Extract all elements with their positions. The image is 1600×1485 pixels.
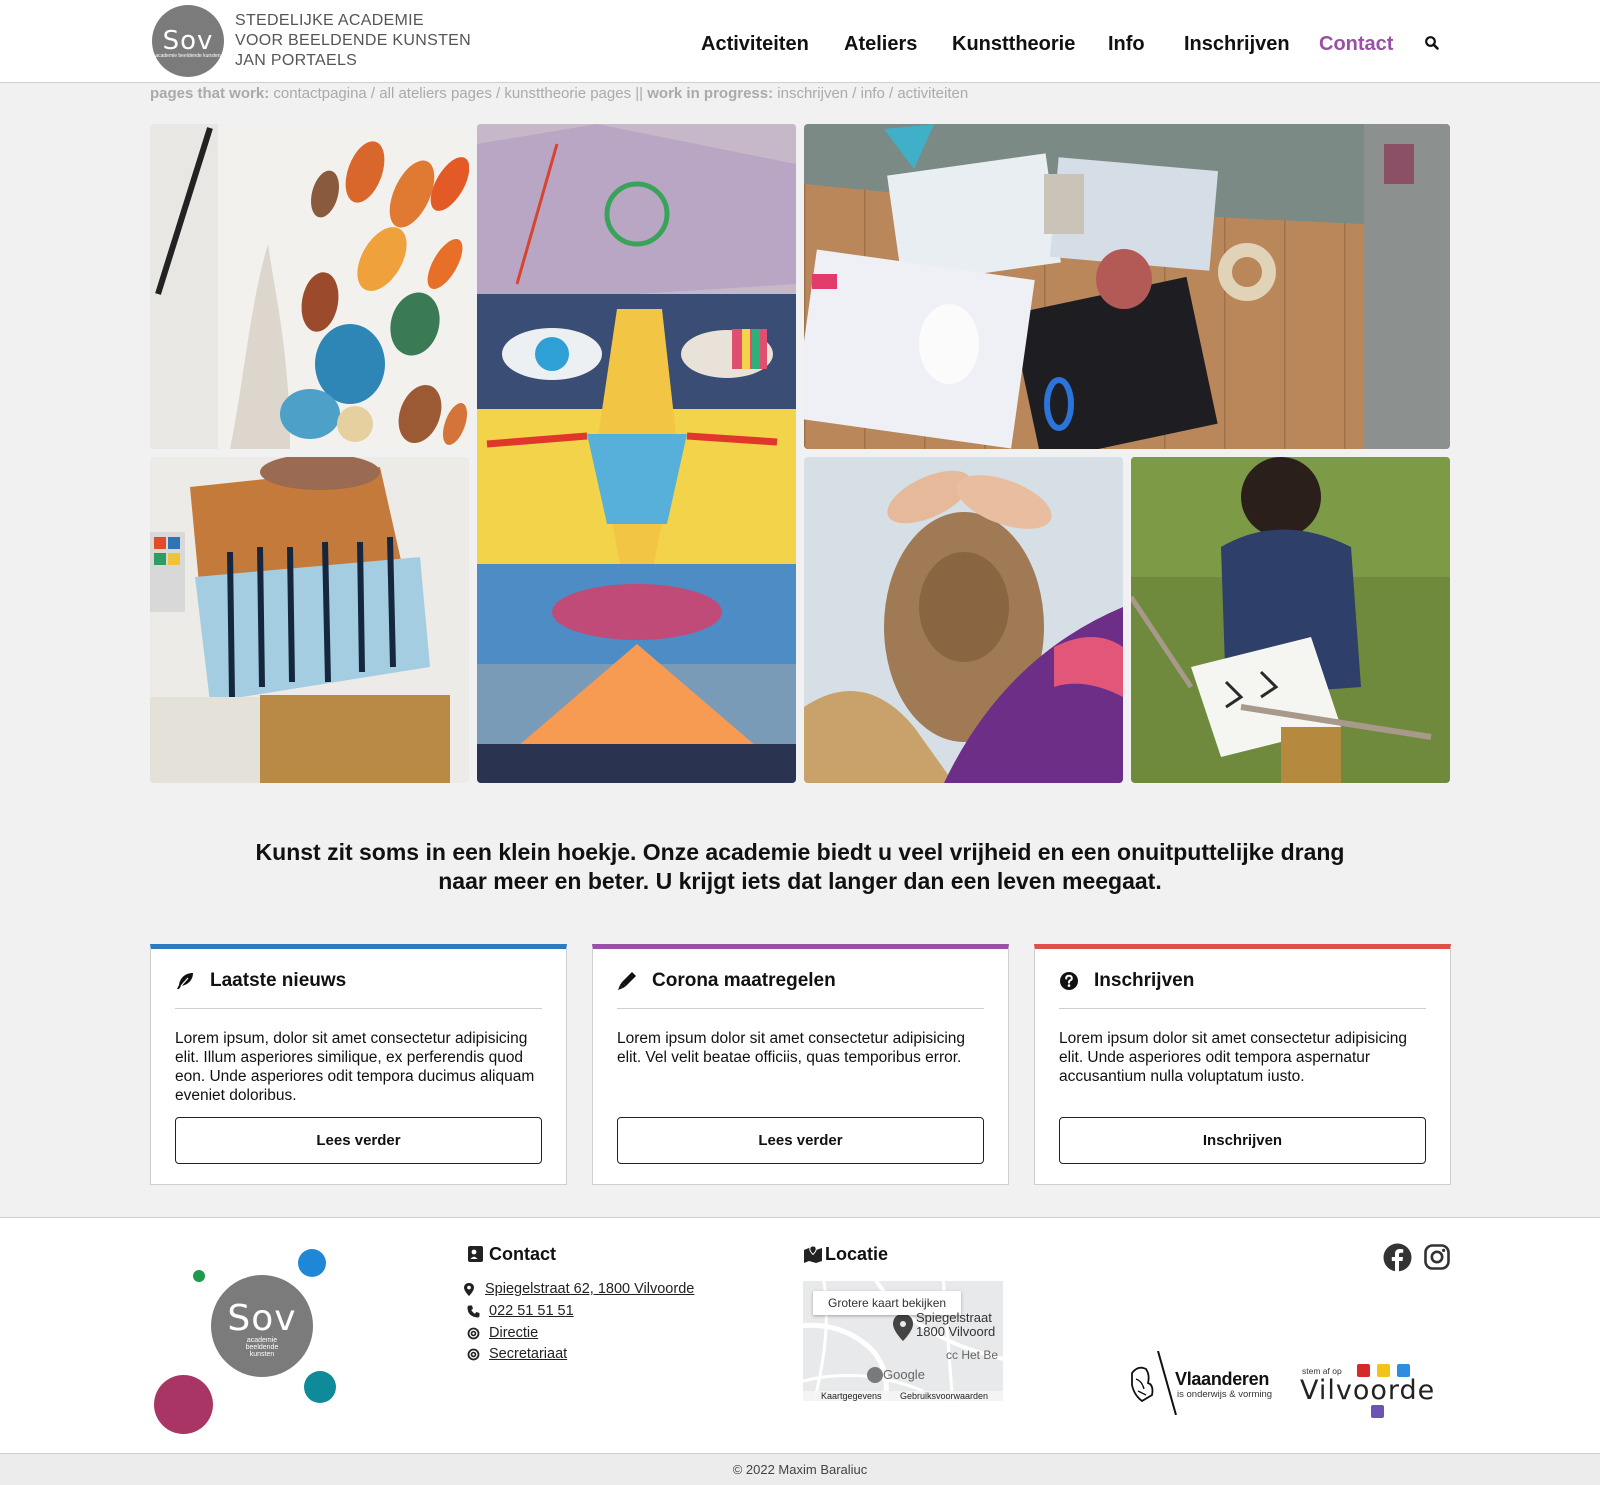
map-location-icon — [804, 1245, 822, 1263]
works-value: contactpagina / all ateliers pages / kun… — [273, 85, 644, 102]
card-title: Inschrijven — [1094, 970, 1195, 991]
gallery-image-crafts-table — [804, 124, 1450, 449]
footer-contact-title-text: Contact — [489, 1244, 556, 1264]
brand-line-3: JAN PORTAELS — [235, 52, 358, 69]
footer-logo-circle: Sov academie beeldende kunsten — [211, 1275, 313, 1377]
decor-dot-teal — [304, 1371, 336, 1403]
decor-dot-green — [193, 1270, 205, 1282]
map-data-link[interactable]: Kaartgegevens — [821, 1391, 882, 1401]
brand-line-2: VOOR BEELDENDE KUNSTEN — [235, 32, 471, 49]
card-inschrijven: Inschrijven Lorem ipsum dolor sit amet c… — [1034, 944, 1451, 1185]
at-icon — [467, 1327, 480, 1340]
decor-dot-blue — [298, 1249, 326, 1277]
card-header: Laatste nieuws — [175, 965, 542, 1009]
card-laatste-nieuws: Laatste nieuws Lorem ipsum, dolor sit am… — [150, 944, 567, 1185]
phone-text: 022 51 51 51 — [489, 1303, 574, 1319]
wip-value: inschrijven / info / activiteiten — [777, 85, 969, 102]
map-pin-icon — [464, 1283, 474, 1296]
nav-activiteiten[interactable]: Activiteiten — [701, 30, 809, 58]
tagline: Kunst zit soms in een klein hoekje. Onze… — [255, 839, 1345, 894]
map-terms-link[interactable]: Gebruiksvoorwaarden — [900, 1391, 988, 1401]
secretariaat-text: Secretariaat — [489, 1346, 568, 1362]
wip-label: work in progress: — [647, 85, 774, 102]
map-google-label: Google — [883, 1367, 925, 1382]
card-body: Lorem ipsum dolor sit amet consectetur a… — [1059, 1030, 1408, 1085]
feather-icon — [177, 973, 193, 989]
site-header: Sov academie beeldende kunsten STEDELIJK… — [0, 0, 1600, 83]
contact-card-icon — [468, 1246, 483, 1262]
vilvoorde-logo[interactable]: stem af op Vilvoorde — [1300, 1364, 1452, 1418]
card-title: Corona maatregelen — [652, 970, 836, 991]
decor-dot-magenta — [154, 1375, 213, 1434]
nav-kunsttheorie[interactable]: Kunsttheorie — [952, 30, 1075, 58]
phone-link[interactable]: 022 51 51 51 — [467, 1301, 574, 1321]
address-link[interactable]: Spiegelstraat 62, 1800 Vilvoorde — [464, 1279, 695, 1299]
nav-inschrijven[interactable]: Inschrijven — [1184, 30, 1290, 58]
secretariaat-email-link[interactable]: Secretariaat — [467, 1344, 568, 1364]
map-poi-label: cc Het Be — [946, 1348, 999, 1362]
vilvoorde-text: Vilvoorde — [1300, 1375, 1436, 1406]
instagram-icon[interactable] — [1424, 1244, 1450, 1270]
gallery-image-collage-face — [477, 124, 796, 783]
card-header: Corona maatregelen — [617, 965, 984, 1009]
vlaanderen-subtext: is onderwijs & vorming — [1177, 1389, 1273, 1400]
nav-ateliers[interactable]: Ateliers — [844, 30, 917, 58]
card-body: Lorem ipsum, dolor sit amet consectetur … — [175, 1030, 535, 1104]
brand-name[interactable]: STEDELIJKE ACADEMIE VOOR BEELDENDE KUNST… — [235, 11, 495, 71]
nav-info[interactable]: Info — [1108, 30, 1145, 58]
address-text: Spiegelstraat 62, 1800 Vilvoorde — [485, 1281, 695, 1297]
card-title: Laatste nieuws — [210, 970, 347, 991]
dev-status-line: pages that work: contactpagina / all ate… — [150, 84, 968, 104]
marker-icon — [618, 972, 636, 990]
brand-line-1: STEDELIJKE ACADEMIE — [235, 12, 424, 29]
gallery-image-clay-sculpting — [804, 457, 1123, 783]
works-label: pages that work: — [150, 85, 270, 102]
question-circle-icon — [1060, 972, 1078, 990]
card-corona-maatregelen: Corona maatregelen Lorem ipsum dolor sit… — [592, 944, 1009, 1185]
facebook-icon[interactable] — [1383, 1243, 1412, 1272]
embedded-map[interactable]: Grotere kaart bekijken Spiegelstraat 180… — [803, 1281, 1003, 1401]
vlaanderen-text: Vlaanderen — [1175, 1369, 1270, 1389]
inschrijven-button[interactable]: Inschrijven — [1059, 1117, 1426, 1164]
footer-logo-subtext: academie beeldende kunsten — [245, 1336, 279, 1358]
logo-subtext: academie beeldende kunsten — [155, 52, 221, 59]
directie-text: Directie — [489, 1325, 539, 1341]
logo-text: Sov — [162, 25, 214, 56]
nav-contact[interactable]: Contact — [1319, 30, 1393, 58]
search-icon[interactable] — [1424, 35, 1440, 51]
gallery-image-painting-trees — [150, 457, 469, 783]
lees-verder-button[interactable]: Lees verder — [617, 1117, 984, 1164]
directie-email-link[interactable]: Directie — [467, 1323, 539, 1343]
copyright: © 2022 Maxim Baraliuc — [0, 1453, 1600, 1485]
gallery-image-child-drawing — [1131, 457, 1450, 783]
card-body: Lorem ipsum dolor sit amet consectetur a… — [617, 1030, 966, 1066]
vlaanderen-logo[interactable]: Vlaanderen is onderwijs & vorming — [1128, 1350, 1283, 1416]
academy-logo[interactable]: Sov academie beeldende kunsten — [152, 5, 224, 77]
footer-logo: Sov academie beeldende kunsten — [150, 1241, 350, 1441]
phone-icon — [467, 1305, 480, 1318]
map-place-line-1: Spiegelstraat — [916, 1310, 992, 1325]
lees-verder-button[interactable]: Lees verder — [175, 1117, 542, 1164]
footer-logo-text: Sov — [227, 1297, 297, 1339]
map-place-line-2: 1800 Vilvoord — [916, 1324, 996, 1339]
card-header: Inschrijven — [1059, 965, 1426, 1009]
footer-location-title-text: Locatie — [825, 1244, 889, 1264]
at-icon — [467, 1348, 480, 1361]
site-footer: Sov academie beeldende kunsten Contact S… — [0, 1217, 1600, 1453]
gallery-image-watercolor-tree — [150, 124, 469, 449]
